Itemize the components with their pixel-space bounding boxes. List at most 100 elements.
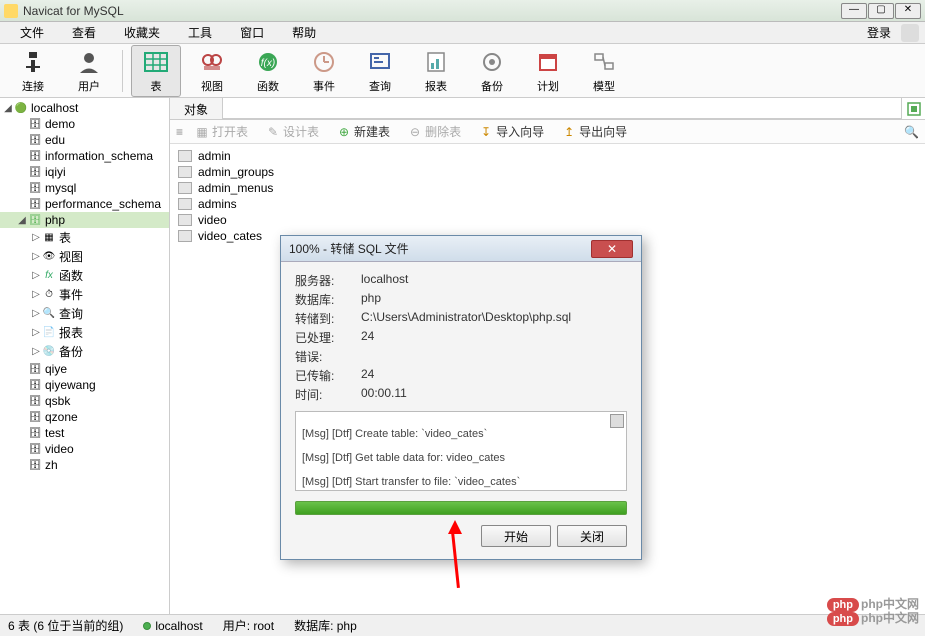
window-title: Navicat for MySQL <box>23 4 841 18</box>
tree-db-qzone[interactable]: 🗄qzone <box>0 409 169 425</box>
toolbar-backup[interactable]: 备份 <box>467 45 517 97</box>
design-table-button[interactable]: ✎设计表 <box>260 121 325 142</box>
menu-tools[interactable]: 工具 <box>174 24 226 41</box>
tree-queries[interactable]: ▷🔍查询 <box>0 304 169 323</box>
design-icon: ✎ <box>266 125 280 139</box>
toolbar-report-label: 报表 <box>425 78 447 94</box>
tree-db-test[interactable]: 🗄test <box>0 425 169 441</box>
php-logo-icon: php <box>827 598 859 612</box>
tab-settings-icon[interactable] <box>901 98 925 119</box>
tree-db-qiye[interactable]: 🗄qiye <box>0 361 169 377</box>
menu-view[interactable]: 查看 <box>58 24 110 41</box>
toolbar-model-label: 模型 <box>593 78 615 94</box>
database-icon: 🗄 <box>28 182 42 194</box>
dialog-titlebar[interactable]: 100% - 转储 SQL 文件 ✕ <box>281 236 641 262</box>
event-icon: ⏱ <box>42 289 56 301</box>
table-row[interactable]: admin <box>170 148 925 164</box>
main-toolbar: 连接 用户 表 视图 f(x) 函数 事件 查询 报表 备份 计划 模型 <box>0 44 925 98</box>
object-toolbar: ≡ ▦打开表 ✎设计表 ⊕新建表 ⊖删除表 ↧导入向导 ↥导出向导 🔍 <box>170 120 925 144</box>
avatar-icon[interactable] <box>901 24 919 42</box>
toolbar-schedule-label: 计划 <box>537 78 559 94</box>
window-titlebar: Navicat for MySQL — ▢ ✕ <box>0 0 925 22</box>
value-server: localhost <box>361 272 627 289</box>
menu-help[interactable]: 帮助 <box>278 24 330 41</box>
dump-sql-dialog: 100% - 转储 SQL 文件 ✕ 服务器:localhost 数据库:php… <box>280 235 642 560</box>
delete-table-button[interactable]: ⊖删除表 <box>402 121 467 142</box>
tree-events[interactable]: ▷⏱事件 <box>0 285 169 304</box>
tree-db-information-schema[interactable]: 🗄information_schema <box>0 148 169 164</box>
new-table-button[interactable]: ⊕新建表 <box>331 121 396 142</box>
backup-icon: 💿 <box>42 346 56 358</box>
tree-functions[interactable]: ▷fx函数 <box>0 266 169 285</box>
tree-db-qsbk[interactable]: 🗄qsbk <box>0 393 169 409</box>
toolbar-report[interactable]: 报表 <box>411 45 461 97</box>
tree-db-iqiyi[interactable]: 🗄iqiyi <box>0 164 169 180</box>
table-icon <box>178 230 192 242</box>
table-icon <box>178 198 192 210</box>
login-link[interactable]: 登录 <box>861 24 897 41</box>
export-wizard-button[interactable]: ↥导出向导 <box>556 121 633 142</box>
menu-favorites[interactable]: 收藏夹 <box>110 24 174 41</box>
table-row[interactable]: admins <box>170 196 925 212</box>
close-button[interactable]: ✕ <box>895 3 921 19</box>
toolbar-connection[interactable]: 连接 <box>8 45 58 97</box>
toolbar-model[interactable]: 模型 <box>579 45 629 97</box>
start-button[interactable]: 开始 <box>481 525 551 547</box>
database-icon: 🗄 <box>28 395 42 407</box>
tree-db-qiyewang[interactable]: 🗄qiyewang <box>0 377 169 393</box>
table-row[interactable]: admin_menus <box>170 180 925 196</box>
tree-db-php[interactable]: ◢🗄php <box>0 212 169 228</box>
tree-db-performance-schema[interactable]: 🗄performance_schema <box>0 196 169 212</box>
model-icon <box>590 48 618 76</box>
toolbar-schedule[interactable]: 计划 <box>523 45 573 97</box>
tab-objects[interactable]: 对象 <box>170 98 223 119</box>
table-icon: ▦ <box>42 232 56 244</box>
menu-window[interactable]: 窗口 <box>226 24 278 41</box>
tree-db-edu[interactable]: 🗄edu <box>0 132 169 148</box>
tree-db-mysql[interactable]: 🗄mysql <box>0 180 169 196</box>
toolbar-view-label: 视图 <box>201 78 223 94</box>
database-icon: 🗄 <box>28 379 42 391</box>
database-icon: 🗄 <box>28 363 42 375</box>
tree-tables[interactable]: ▷▦表 <box>0 228 169 247</box>
open-table-button[interactable]: ▦打开表 <box>189 121 254 142</box>
menu-file[interactable]: 文件 <box>6 24 58 41</box>
toolbar-query[interactable]: 查询 <box>355 45 405 97</box>
tree-views[interactable]: ▷👁视图 <box>0 247 169 266</box>
label-server: 服务器: <box>295 272 361 289</box>
table-list: admin admin_groups admin_menus admins vi… <box>170 144 925 248</box>
tab-spacer <box>223 98 901 119</box>
log-output[interactable]: [Msg] [Dtf] Create table: `video_cates` … <box>295 411 627 491</box>
query-icon: 🔍 <box>42 308 56 320</box>
table-row[interactable]: admin_groups <box>170 164 925 180</box>
dialog-title: 100% - 转储 SQL 文件 <box>289 240 591 257</box>
statusbar: 6 表 (6 位于当前的组) localhost 用户: root 数据库: p… <box>0 614 925 636</box>
status-connection: localhost <box>143 619 202 633</box>
table-row[interactable]: video <box>170 212 925 228</box>
search-icon[interactable]: 🔍 <box>904 125 919 139</box>
close-button[interactable]: 关闭 <box>557 525 627 547</box>
tree-reports[interactable]: ▷📄报表 <box>0 323 169 342</box>
tree-connection[interactable]: ◢🟢localhost <box>0 100 169 116</box>
minimize-button[interactable]: — <box>841 3 867 19</box>
window-controls: — ▢ ✕ <box>841 3 921 19</box>
toolbar-function[interactable]: f(x) 函数 <box>243 45 293 97</box>
toolbar-separator <box>122 50 123 92</box>
maximize-button[interactable]: ▢ <box>868 3 894 19</box>
tree-db-demo[interactable]: 🗄demo <box>0 116 169 132</box>
dialog-close-button[interactable]: ✕ <box>591 240 633 258</box>
backup-icon <box>478 48 506 76</box>
tree-db-video[interactable]: 🗄video <box>0 441 169 457</box>
toolbar-user[interactable]: 用户 <box>64 45 114 97</box>
tree-backups[interactable]: ▷💿备份 <box>0 342 169 361</box>
value-processed: 24 <box>361 329 627 346</box>
report-icon <box>422 48 450 76</box>
import-wizard-button[interactable]: ↧导入向导 <box>473 121 550 142</box>
function-icon: f(x) <box>254 48 282 76</box>
toolbar-view[interactable]: 视图 <box>187 45 237 97</box>
toolbar-table[interactable]: 表 <box>131 45 181 97</box>
toolbar-event[interactable]: 事件 <box>299 45 349 97</box>
connection-icon <box>19 48 47 76</box>
tree-db-zh[interactable]: 🗄zh <box>0 457 169 473</box>
connection-tree[interactable]: ◢🟢localhost 🗄demo 🗄edu 🗄information_sche… <box>0 98 170 614</box>
